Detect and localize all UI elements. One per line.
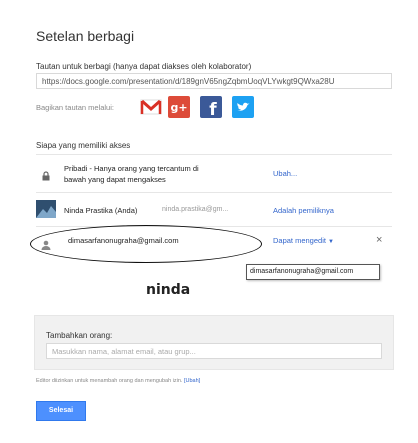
twitter-icon[interactable] [232,96,254,118]
dialog-title: Setelan berbagi [36,28,135,44]
visibility-description: Pribadi - Hanya orang yang tercantum di … [64,164,199,184]
permission-label: Dapat mengedit [273,236,326,245]
email-tooltip: dimasarfanonugraha@gmail.com [246,264,380,280]
editor-permission-note: Editor diizinkan untuk menambah orang da… [36,378,200,384]
divider [36,154,392,155]
footnote-text: Editor diizinkan untuk menambah orang da… [36,378,183,384]
add-people-label: Tambahkan orang: [46,331,113,340]
divider [36,192,392,193]
svg-text:f: f [209,100,217,118]
done-button[interactable]: Selesai [36,401,86,421]
avatar [36,200,56,218]
lock-icon [40,169,52,181]
remove-collaborator-button[interactable]: × [376,234,382,246]
link-section-label: Tautan untuk berbagi (hanya dapat diakse… [36,62,252,71]
svg-text:g+: g+ [170,101,187,114]
google-plus-icon[interactable]: g+ [168,96,190,118]
share-url-field[interactable]: https://docs.google.com/presentation/d/1… [36,73,392,89]
facebook-icon[interactable]: f [200,96,222,120]
permission-dropdown[interactable]: Dapat mengedit ▼ [273,236,334,245]
access-section-label: Siapa yang memiliki akses [36,141,131,150]
change-permission-link[interactable]: [Ubah] [184,378,200,384]
gmail-icon[interactable] [140,96,162,118]
owner-name: Ninda Prastika (Anda) [64,206,138,215]
owner-email: ninda.prastika@gm... [162,206,229,213]
annotation-text: ninda [146,282,191,298]
add-people-input[interactable]: Masukkan nama, alamat email, atau grup..… [46,343,382,359]
change-visibility-link[interactable]: Ubah... [273,169,297,178]
highlight-ellipse [30,225,262,263]
owner-role: Adalah pemiliknya [273,206,334,215]
share-via-label: Bagikan tautan melalui: [36,103,114,112]
chevron-down-icon: ▼ [328,239,334,245]
